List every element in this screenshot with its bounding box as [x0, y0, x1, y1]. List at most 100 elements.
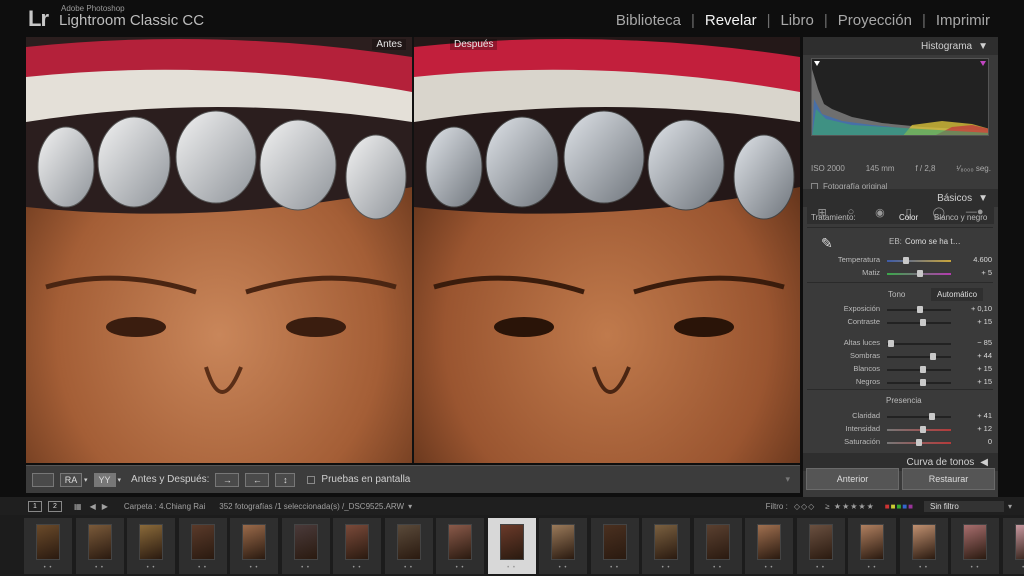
slider-value[interactable]: + 15	[977, 364, 992, 373]
slider-row[interactable]: Contraste + 15	[803, 317, 998, 329]
filmstrip-thumbnail[interactable]: • •	[281, 518, 330, 574]
treatment-color-button[interactable]: Color	[899, 213, 918, 222]
filmstrip-thumbnail[interactable]: • •	[796, 518, 845, 574]
module-biblioteca[interactable]: Biblioteca	[606, 12, 691, 29]
color-label-filter-icons[interactable]: ■■■■■	[885, 502, 914, 511]
swap-button[interactable]: ↕	[275, 472, 296, 487]
filmstrip-thumbnail[interactable]: • •	[745, 518, 793, 574]
before-pane[interactable]: Antes	[26, 37, 412, 463]
slider-track[interactable]	[887, 322, 951, 324]
slider-row[interactable]: Blancos + 15	[803, 364, 998, 376]
slider-thumb[interactable]	[920, 366, 927, 373]
view-ra-button[interactable]: RA	[60, 472, 82, 487]
slider-value[interactable]: + 41	[977, 411, 992, 420]
filmstrip-thumbnail[interactable]: • •	[899, 518, 948, 574]
slider-track[interactable]	[887, 343, 951, 345]
slider-track[interactable]	[887, 382, 951, 384]
monitor-1-button[interactable]: 1	[28, 500, 42, 512]
back-arrow-icon[interactable]: ◀	[90, 502, 96, 511]
filmstrip-thumbnail[interactable]: • •	[848, 518, 896, 574]
slider-row[interactable]: Saturación 0	[803, 437, 998, 449]
toolbar-menu-icon[interactable]: ▾	[785, 474, 790, 485]
star-rating-filter-icon[interactable]: ≥ ★★★★★	[825, 502, 874, 511]
slider-row[interactable]: Altas luces − 85	[803, 338, 998, 350]
treatment-bw-button[interactable]: Blanco y negro	[934, 213, 987, 222]
filmstrip-thumbnail[interactable]: • •	[384, 518, 433, 574]
slider-value[interactable]: 4.600	[973, 255, 992, 264]
filmstrip-thumbnail[interactable]: • •	[590, 518, 639, 574]
slider-thumb[interactable]	[917, 270, 924, 277]
chevron-down-icon[interactable]: ▾	[118, 476, 122, 484]
filmstrip-thumbnail[interactable]: • •	[436, 518, 484, 574]
slider-track[interactable]	[887, 356, 951, 358]
softproof-checkbox[interactable]	[307, 475, 316, 484]
slider-value[interactable]: + 44	[977, 351, 992, 360]
slider-track[interactable]	[887, 369, 951, 371]
slider-thumb[interactable]	[920, 379, 927, 386]
flag-filter-icons[interactable]: ◇◇◇	[794, 502, 815, 511]
filmstrip-thumbnail[interactable]: • •	[230, 518, 278, 574]
slider-row[interactable]: Claridad + 41	[803, 411, 998, 423]
histogram-header[interactable]: Histograma ▼	[803, 37, 998, 55]
photo-count[interactable]: 352 fotografías /1 seleccionada(s) /_DSC…	[219, 502, 404, 511]
slider-value[interactable]: 0	[988, 437, 992, 446]
filmstrip-thumbnail[interactable]: • •	[333, 518, 381, 574]
module-revelar[interactable]: Revelar	[695, 12, 767, 29]
slider-value[interactable]: + 0,10	[971, 304, 992, 313]
chevron-down-icon[interactable]: ▾	[1008, 502, 1012, 511]
copy-after-to-before-button[interactable]: ←	[245, 472, 270, 487]
slider-value[interactable]: − 85	[977, 338, 992, 347]
chevron-down-icon[interactable]: ▾	[84, 476, 88, 484]
slider-value[interactable]: + 15	[977, 377, 992, 386]
slider-value[interactable]: + 15	[977, 317, 992, 326]
filmstrip-thumbnail[interactable]: • •	[539, 518, 587, 574]
filmstrip-thumbnail[interactable]: • •	[642, 518, 690, 574]
after-pane[interactable]: Después	[414, 37, 800, 463]
slider-value[interactable]: + 12	[977, 424, 992, 433]
slider-track[interactable]	[887, 416, 951, 418]
filmstrip-thumbnail[interactable]: • •	[693, 518, 742, 574]
module-proyeccion[interactable]: Proyección	[828, 12, 922, 29]
slider-thumb[interactable]	[920, 319, 927, 326]
slider-row[interactable]: Intensidad + 12	[803, 424, 998, 436]
filter-select[interactable]: Sin filtro	[923, 500, 1004, 512]
slider-row[interactable]: Sombras + 44	[803, 351, 998, 363]
filmstrip-thumbnail[interactable]: • •	[1002, 518, 1024, 574]
filmstrip-thumbnail[interactable]: • •	[24, 518, 72, 574]
view-yy-button[interactable]: YY	[93, 472, 116, 487]
slider-thumb[interactable]	[930, 353, 937, 360]
module-libro[interactable]: Libro	[770, 12, 823, 29]
monitor-2-button[interactable]: 2	[48, 500, 62, 512]
reset-button[interactable]: Restaurar	[902, 468, 995, 490]
filmstrip-thumbnail[interactable]: • •	[75, 518, 124, 574]
filmstrip-thumbnail[interactable]: • •	[951, 518, 999, 574]
chevron-down-icon[interactable]: ▾	[408, 502, 412, 511]
folder-label[interactable]: Carpeta : 4.Chiang Rai	[124, 502, 205, 511]
slider-thumb[interactable]	[916, 439, 922, 446]
slider-thumb[interactable]	[928, 413, 935, 420]
slider-track[interactable]	[887, 260, 951, 262]
copy-before-to-after-button[interactable]: →	[215, 472, 240, 487]
loupe-view-button[interactable]	[32, 472, 54, 487]
filmstrip-thumbnail[interactable]: • •	[127, 518, 175, 574]
filmstrip-thumbnail[interactable]: • •	[178, 518, 227, 574]
basic-header[interactable]: Básicos ▼	[803, 189, 998, 207]
slider-row[interactable]: Matiz + 5	[803, 268, 998, 280]
auto-tone-button[interactable]: Automático	[931, 288, 984, 301]
slider-thumb[interactable]	[919, 426, 926, 433]
slider-thumb[interactable]	[903, 257, 910, 264]
previous-button[interactable]: Anterior	[806, 468, 899, 490]
slider-value[interactable]: + 5	[981, 268, 992, 277]
slider-row[interactable]: Exposición + 0,10	[803, 304, 998, 316]
slider-row[interactable]: Negros + 15	[803, 377, 998, 389]
wb-eyedropper-icon[interactable]: ✎	[821, 235, 833, 252]
grid-icon[interactable]: ▦	[74, 502, 82, 511]
filmstrip-thumbnail[interactable]: • •	[487, 518, 536, 574]
slider-thumb[interactable]	[888, 340, 895, 347]
forward-arrow-icon[interactable]: ▶	[102, 502, 108, 511]
slider-thumb[interactable]	[917, 306, 924, 313]
red-eye-icon[interactable]: ◉	[875, 206, 885, 219]
module-imprimir[interactable]: Imprimir	[926, 12, 1000, 29]
slider-row[interactable]: Temperatura 4.600	[803, 255, 998, 267]
wb-select[interactable]: Como se ha t…	[905, 237, 961, 246]
